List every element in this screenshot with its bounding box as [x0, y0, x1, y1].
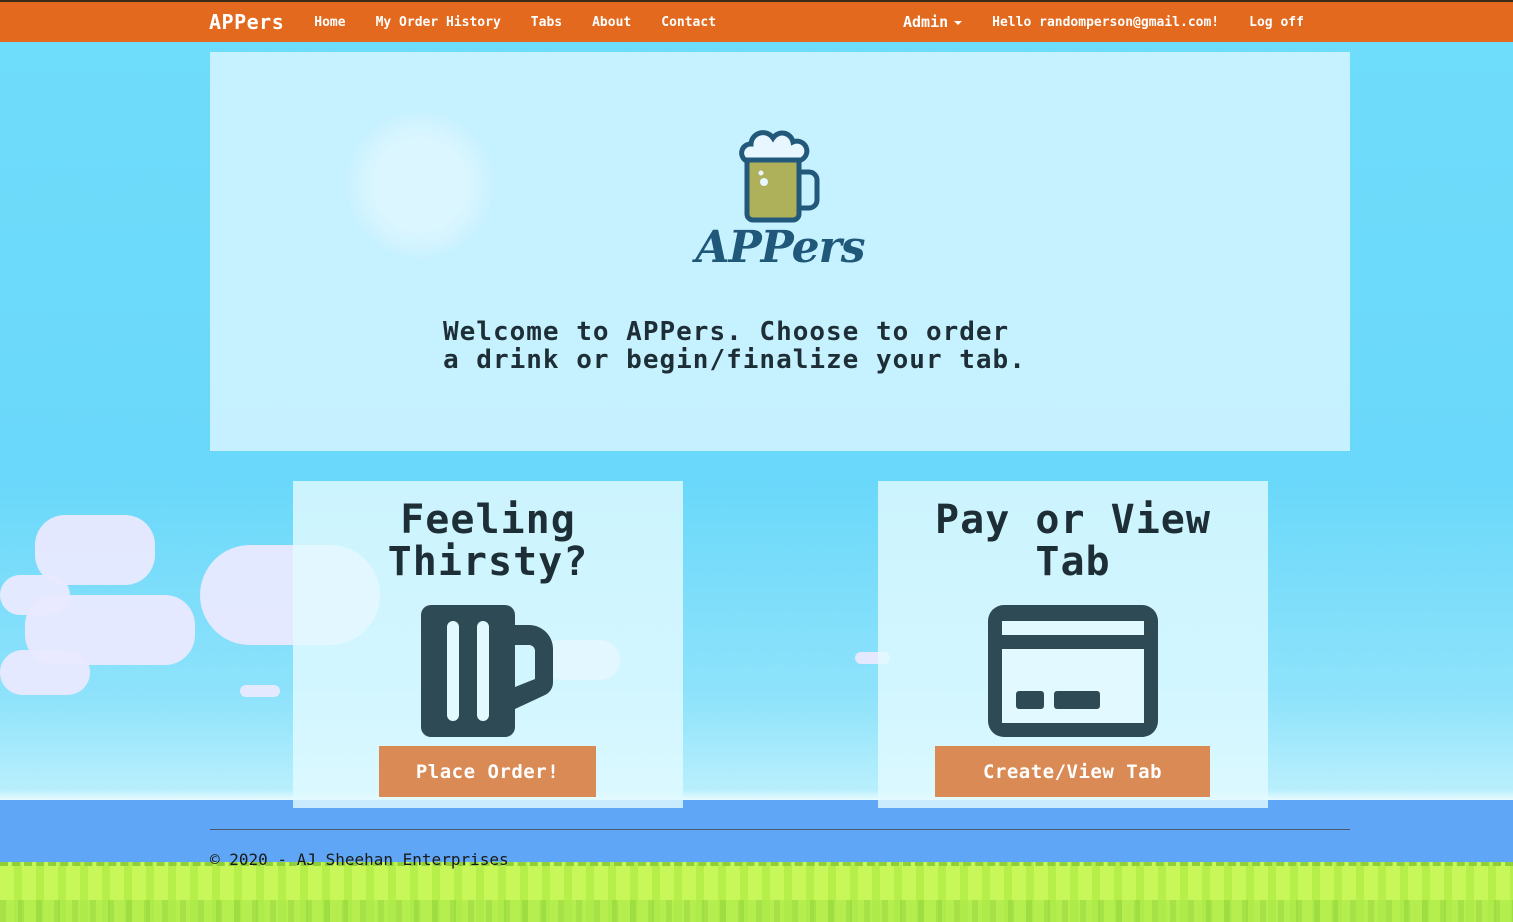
- place-order-button[interactable]: Place Order!: [379, 746, 596, 797]
- nav-home[interactable]: Home: [314, 15, 345, 30]
- admin-dropdown[interactable]: Admin: [903, 13, 963, 31]
- credit-card-icon: [988, 605, 1158, 737]
- order-card-title: Feeling Thirsty?: [293, 499, 683, 583]
- beer-mug-icon: [421, 605, 553, 737]
- hero-jumbotron: APPers Welcome to APPers. Choose to orde…: [210, 52, 1350, 451]
- nav-right: Admin Hello randomperson@gmail.com! Log …: [903, 2, 1334, 42]
- tab-card: Pay or View Tab Create/View Tab: [878, 481, 1268, 808]
- cloud-decoration: [240, 685, 280, 697]
- tab-title-line-2: Tab: [1035, 539, 1111, 585]
- logo-container: [210, 130, 1350, 229]
- brand-link[interactable]: APPers: [209, 10, 284, 34]
- order-card: Feeling Thirsty? Place Order!: [293, 481, 683, 808]
- nav-about[interactable]: About: [592, 15, 631, 30]
- welcome-line-2: a drink or begin/finalize your tab.: [443, 345, 1026, 375]
- tab-card-title: Pay or View Tab: [878, 499, 1268, 583]
- cloud-decoration: [0, 650, 90, 695]
- order-title-line-1: Feeling: [400, 497, 576, 543]
- tab-title-line-1: Pay or View: [935, 497, 1211, 543]
- nav-left: APPers Home My Order History Tabs About …: [209, 2, 746, 42]
- nav-contact[interactable]: Contact: [661, 15, 716, 30]
- grass-decoration: [0, 862, 1513, 922]
- top-navbar: APPers Home My Order History Tabs About …: [0, 0, 1513, 42]
- nav-order-history[interactable]: My Order History: [376, 15, 501, 30]
- nav-tabs[interactable]: Tabs: [531, 15, 562, 30]
- footer-divider: [210, 829, 1350, 830]
- welcome-message: Welcome to APPers. Choose to order a dri…: [443, 318, 1143, 374]
- logo-text: APPers: [695, 222, 865, 273]
- welcome-line-1: Welcome to APPers. Choose to order: [443, 317, 1010, 347]
- caret-down-icon: [954, 20, 963, 25]
- logoff-link[interactable]: Log off: [1249, 15, 1304, 30]
- user-greeting-link[interactable]: Hello randomperson@gmail.com!: [992, 15, 1219, 30]
- create-view-tab-button[interactable]: Create/View Tab: [935, 746, 1210, 797]
- admin-label: Admin: [903, 13, 949, 31]
- order-title-line-2: Thirsty?: [387, 539, 589, 585]
- footer-copyright: © 2020 - AJ Sheehan Enterprises: [210, 850, 509, 869]
- beer-mug-icon: [739, 130, 820, 223]
